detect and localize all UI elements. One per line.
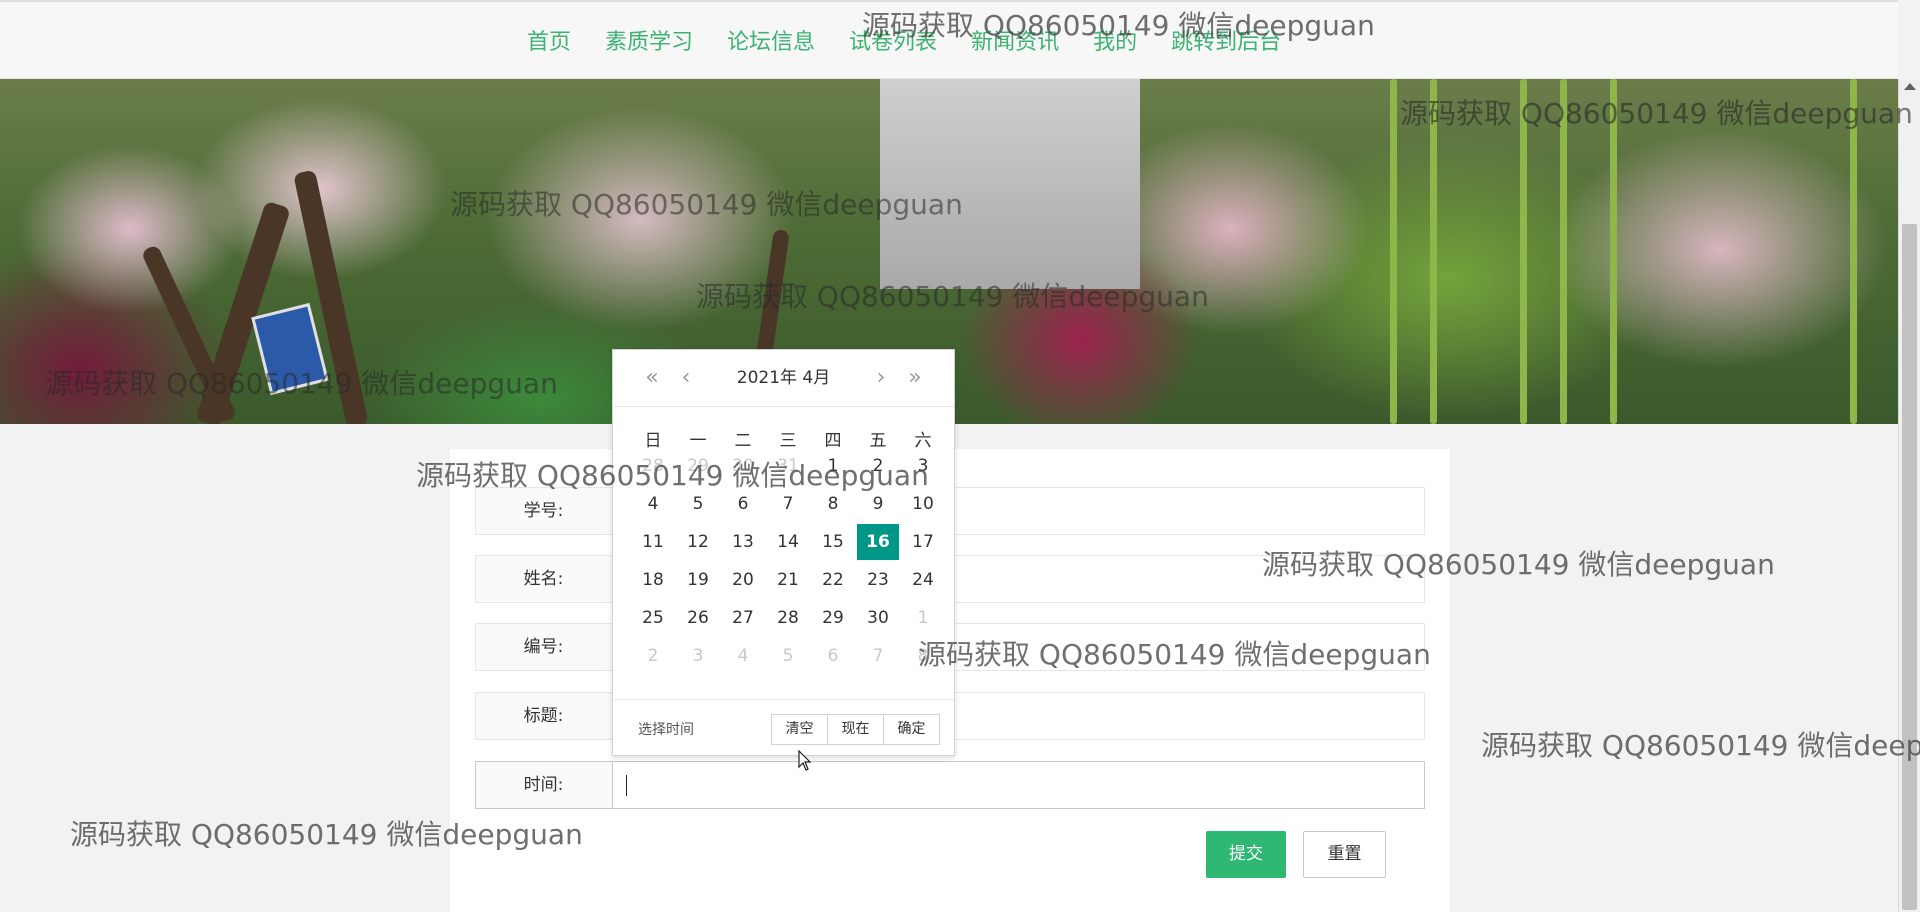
reset-button[interactable]: 重置 (1303, 831, 1386, 878)
calendar-day[interactable]: 22 (812, 562, 854, 598)
name-label: 姓名: (523, 569, 564, 589)
submit-button[interactable]: 提交 (1206, 831, 1286, 878)
banner-bamboo (1390, 79, 1397, 424)
now-button[interactable]: 现在 (827, 714, 884, 745)
month-select[interactable]: 4月 (802, 368, 830, 388)
calendar-day[interactable]: 3 (677, 638, 719, 674)
calendar-day[interactable]: 1 (902, 600, 944, 636)
calendar-day[interactable]: 24 (902, 562, 944, 598)
date-picker: « ‹ 2021年 4月 › » 日一二三四五六 28 29 30 31 1 2 3 4 5 6 7… (612, 349, 955, 756)
calendar-day[interactable]: 5 (767, 638, 809, 674)
calendar-day[interactable]: 28 (767, 600, 809, 636)
watermark-text: 源码获取 QQ86050149 微信deepguan (416, 459, 929, 492)
calendar-day[interactable]: 11 (632, 524, 674, 560)
watermark-text: 源码获取 QQ86050149 微信deepguan (70, 818, 583, 851)
form-row-time: 时间: (475, 761, 1425, 809)
calendar-day[interactable]: 26 (677, 600, 719, 636)
time-label: 时间: (523, 775, 564, 795)
clear-button[interactable]: 清空 (771, 714, 828, 745)
calendar-day[interactable]: 4 (722, 638, 764, 674)
nav-item-forum[interactable]: 论坛信息 (727, 28, 815, 58)
year-select[interactable]: 2021年 (737, 368, 797, 388)
scroll-up-arrow-icon[interactable] (1904, 83, 1916, 90)
calendar-day[interactable]: 20 (722, 562, 764, 598)
calendar-day[interactable]: 23 (857, 562, 899, 598)
calendar-day[interactable]: 2 (632, 638, 674, 674)
time-input[interactable] (612, 762, 1424, 808)
calendar-day[interactable]: 17 (902, 524, 944, 560)
number-label: 编号: (523, 637, 564, 657)
calendar-day[interactable]: 12 (677, 524, 719, 560)
watermark-text: 源码获取 QQ86050149 微信deepguan (45, 367, 558, 400)
nav-item-quality-learning[interactable]: 素质学习 (605, 28, 693, 58)
watermark-text: 源码获取 QQ86050149 微信deepguan (1262, 548, 1775, 581)
watermark-text: 源码获取 QQ86050149 微信deepguan (450, 188, 963, 221)
calendar-day[interactable]: 18 (632, 562, 674, 598)
next-year-icon[interactable]: » (900, 364, 930, 392)
calendar-day[interactable]: 19 (677, 562, 719, 598)
next-month-icon[interactable]: › (870, 364, 892, 392)
date-picker-header: « ‹ 2021年 4月 › » (613, 350, 954, 407)
calendar-day[interactable]: 15 (812, 524, 854, 560)
student-id-label: 学号: (523, 501, 564, 521)
prev-month-icon[interactable]: ‹ (675, 364, 697, 392)
watermark-text: 源码获取 QQ86050149 微信deepguan (1481, 729, 1920, 762)
year-month-display: 2021年 4月 (713, 364, 854, 392)
nav-item-home[interactable]: 首页 (527, 28, 571, 58)
scroll-thumb[interactable] (1902, 224, 1917, 910)
confirm-button[interactable]: 确定 (883, 714, 940, 745)
watermark-text: 源码获取 QQ86050149 微信deepguan (918, 638, 1431, 671)
mouse-cursor-icon (798, 750, 812, 771)
page-scrollbar[interactable] (1898, 79, 1920, 912)
prev-year-icon[interactable]: « (637, 364, 667, 392)
watermark-text: 源码获取 QQ86050149 微信deepguan (1400, 97, 1913, 130)
calendar-day[interactable]: 7 (857, 638, 899, 674)
title-label: 标题: (523, 706, 564, 726)
calendar-day[interactable]: 13 (722, 524, 764, 560)
calendar-day[interactable]: 30 (857, 600, 899, 636)
calendar-day[interactable]: 29 (812, 600, 854, 636)
watermark-text: 源码获取 QQ86050149 微信deepguan (862, 9, 1375, 42)
calendar-day[interactable]: 14 (767, 524, 809, 560)
choose-time-link[interactable]: 选择时间 (638, 719, 694, 739)
calendar-day-selected[interactable]: 16 (857, 524, 899, 560)
watermark-text: 源码获取 QQ86050149 微信deepguan (696, 280, 1209, 313)
calendar-day[interactable]: 21 (767, 562, 809, 598)
calendar-day[interactable]: 6 (812, 638, 854, 674)
calendar-day[interactable]: 25 (632, 600, 674, 636)
calendar-day[interactable]: 27 (722, 600, 764, 636)
text-caret (626, 775, 627, 796)
